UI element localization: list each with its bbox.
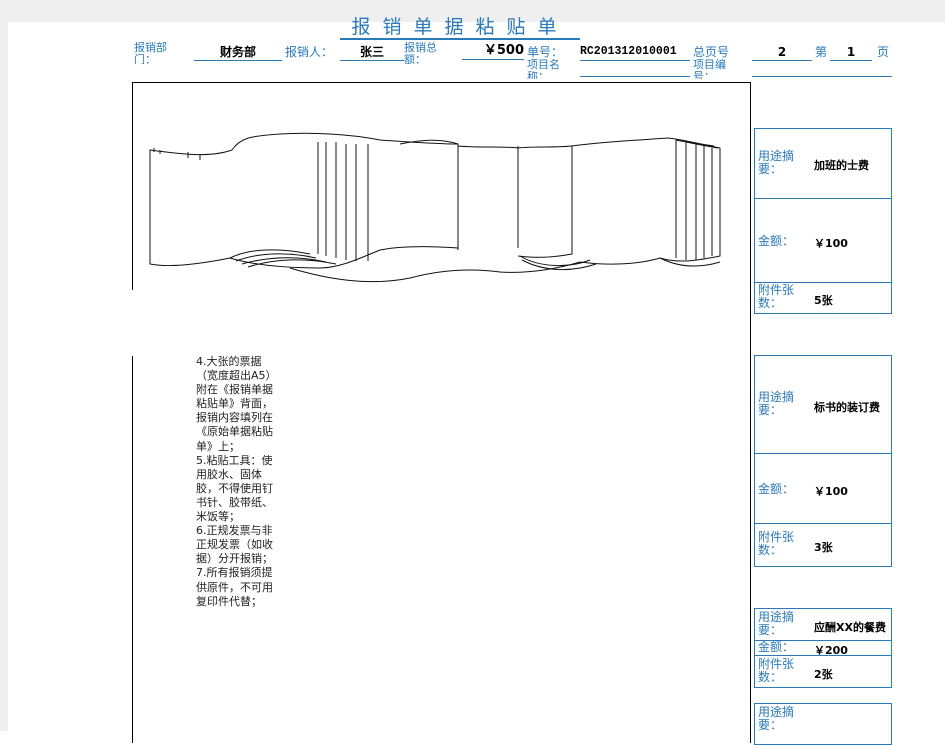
project-number-label: 项目编号：: [693, 59, 726, 79]
receipt-card-1: 用途摘要： 加班的士费 金额： ￥100 附件张数： 5张: [754, 128, 892, 314]
receipt-stack-right: [571, 137, 721, 267]
doc-number-value[interactable]: RC201312010001: [580, 44, 690, 61]
dept-label: 报销部门：: [134, 42, 167, 64]
attachment-count-label: 附件张数：: [758, 283, 795, 310]
page-title: 报销单据粘贴单: [340, 16, 580, 40]
page-suffix: 页: [877, 46, 890, 59]
page-number-value[interactable]: 1: [830, 44, 872, 61]
claimant-value[interactable]: 张三: [340, 44, 404, 61]
amount-row: 金额： ￥100: [755, 454, 891, 524]
project-name-label: 项目名称：: [527, 59, 560, 79]
page-prefix: 第: [815, 46, 828, 59]
total-pages-value[interactable]: 2: [752, 44, 812, 61]
receipt-card-4: 用途摘要：: [754, 703, 892, 745]
receipt-stack-left: [149, 132, 459, 269]
amount-label: 金额：: [758, 234, 795, 248]
purpose-label: 用途摘要：: [758, 705, 795, 732]
purpose-value[interactable]: 标书的装订费: [814, 399, 880, 415]
purpose-label: 用途摘要：: [758, 149, 795, 176]
purpose-value[interactable]: 加班的士费: [814, 157, 869, 173]
purpose-row: 用途摘要： 标书的装订费: [755, 356, 891, 454]
project-name-field[interactable]: [580, 76, 690, 77]
total-pages-label: 总页号: [693, 46, 730, 59]
attachment-count-value[interactable]: 5张: [814, 292, 833, 308]
attachment-count-value[interactable]: 2张: [814, 666, 833, 682]
purpose-label: 用途摘要：: [758, 390, 795, 417]
doc-number-label: 单号：: [527, 46, 564, 59]
note-item: 6.正规发票与非正规发票（如收据）分开报销；: [196, 524, 273, 566]
note-item: 5.粘贴工具：使用胶水、固体胶，不得使用钉书针、胶带纸、米饭等；: [196, 453, 273, 524]
stacked-receipts-illustration: [149, 132, 721, 283]
instructions-notes: 4.大张的票据（宽度超出A5）附在《报销单据粘贴单》背面，报销内容填列在《原始单…: [196, 355, 278, 609]
attachment-count-value[interactable]: 3张: [814, 539, 833, 555]
total-amount-label: 报销总额：: [404, 42, 437, 64]
note-item: 7.所有报销须提供原件，不可用复印件代替；: [196, 566, 273, 608]
purpose-row: 用途摘要： 加班的士费: [755, 129, 891, 199]
amount-row: 金额： ￥100: [755, 199, 891, 283]
amount-row: 金额： ￥200: [755, 640, 891, 657]
note-item: 4.大张的票据（宽度超出A5）附在《报销单据粘贴单》背面，报销内容填列在《原始单…: [196, 355, 277, 453]
amount-label: 金额：: [758, 640, 795, 654]
receipt-card-2: 用途摘要： 标书的装订费 金额： ￥100 附件张数： 3张: [754, 355, 892, 567]
purpose-row: 用途摘要： 应酬XX的餐费: [755, 609, 891, 641]
purpose-value[interactable]: 应酬XX的餐费: [814, 619, 886, 635]
amount-value[interactable]: ￥100: [814, 483, 848, 499]
attachment-count-label: 附件张数：: [758, 657, 795, 684]
attachment-count-label: 附件张数：: [758, 530, 795, 557]
purpose-label: 用途摘要：: [758, 610, 795, 637]
project-number-field[interactable]: [752, 76, 892, 77]
dept-value[interactable]: 财务部: [194, 44, 282, 61]
left-band: [0, 0, 8, 731]
attachment-count-row: 附件张数： 5张: [755, 283, 891, 312]
attachment-count-row: 附件张数： 2张: [755, 656, 891, 687]
claimant-label: 报销人：: [285, 46, 334, 59]
total-amount-value[interactable]: ￥500: [462, 43, 524, 60]
purpose-row: 用途摘要：: [755, 704, 891, 744]
amount-label: 金额：: [758, 482, 795, 496]
amount-value[interactable]: ￥100: [814, 235, 848, 251]
receipt-card-3: 用途摘要： 应酬XX的餐费 金额： ￥200 附件张数： 2张: [754, 608, 892, 688]
attachment-count-row: 附件张数： 3张: [755, 524, 891, 566]
